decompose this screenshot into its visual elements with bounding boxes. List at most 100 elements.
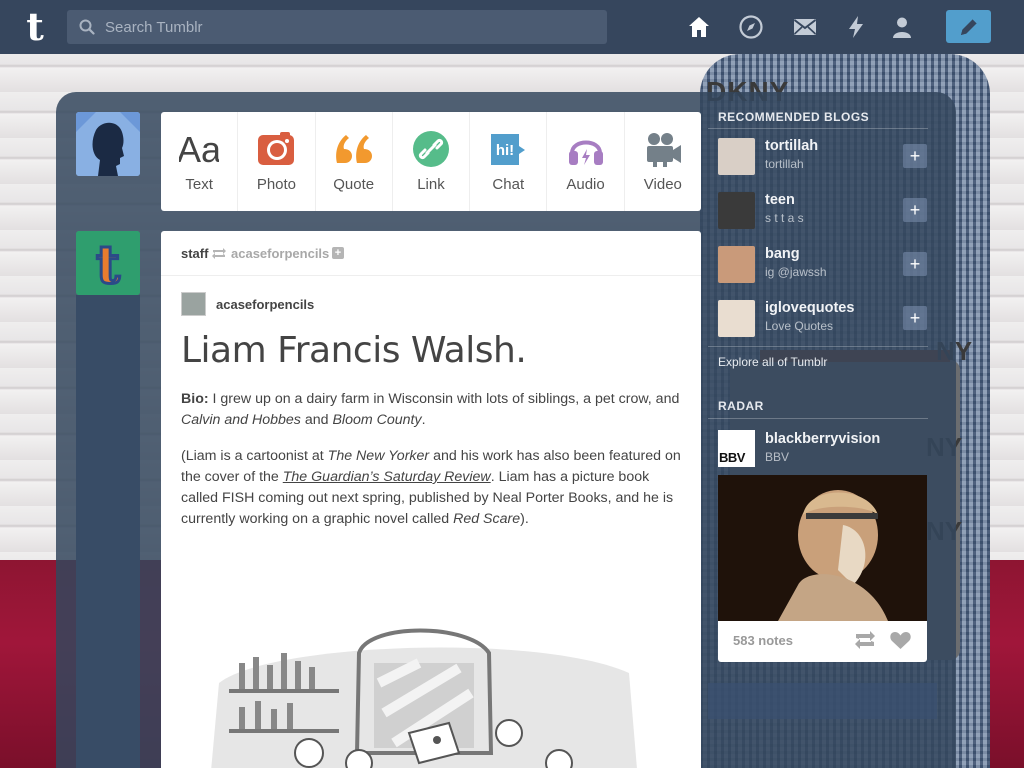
reblog-icon — [212, 248, 226, 259]
recommended-blog-item[interactable]: teen s t t a s + — [718, 190, 928, 230]
notes-count[interactable]: 583 notes — [733, 633, 793, 648]
blog-avatar[interactable] — [718, 246, 755, 283]
post-type-quote[interactable]: Quote — [316, 112, 393, 211]
bio-paragraph: Bio: I grew up on a dairy farm in Wiscon… — [181, 389, 681, 431]
blog-name[interactable]: bang — [765, 246, 800, 262]
radar-post-image[interactable] — [718, 475, 927, 621]
radar-blog-avatar[interactable]: BBV — [718, 430, 755, 467]
recommended-blog-item[interactable]: iglovequotes Love Quotes + — [718, 298, 928, 338]
search-input[interactable] — [105, 10, 595, 44]
blog-title: Love Quotes — [765, 319, 834, 333]
search-box[interactable] — [67, 10, 607, 44]
post-type-label: Audio — [566, 176, 605, 193]
post-type-label: Chat — [492, 176, 525, 193]
link-icon — [412, 131, 449, 167]
follow-button[interactable]: + — [903, 144, 927, 168]
reblog-source-link[interactable]: acaseforpencils — [231, 246, 329, 261]
blog-title: ig @jawssh — [765, 265, 827, 279]
source-avatar[interactable] — [181, 292, 206, 316]
career-text: (Liam is a cartoonist at — [181, 448, 328, 464]
blog-name[interactable]: teen — [765, 192, 795, 208]
post-body: Bio: I grew up on a dairy farm in Wiscon… — [181, 389, 681, 545]
post-type-bar: Aa Text Photo Quote Link hi! Chat Audio … — [161, 112, 701, 211]
blog-title: s t t a s — [765, 211, 804, 225]
career-italic: Red Scare — [453, 511, 521, 527]
source-name-link[interactable]: acaseforpencils — [216, 297, 314, 312]
guardian-link[interactable]: The Guardian’s Saturday Review — [283, 469, 491, 485]
follow-button[interactable]: + — [903, 252, 927, 276]
audio-icon — [568, 140, 603, 165]
bio-text: . — [421, 412, 426, 428]
search-icon — [79, 19, 95, 35]
divider — [708, 418, 928, 419]
follow-button[interactable]: + — [903, 306, 927, 330]
explore-link[interactable]: Explore all of Tumblr — [718, 355, 827, 369]
post-title: Liam Francis Walsh. — [181, 330, 527, 371]
radar-heading: RADAR — [718, 399, 764, 413]
post-type-link[interactable]: Link — [393, 112, 471, 211]
post-type-photo[interactable]: Photo — [238, 112, 316, 211]
post-card: staff acaseforpencils + acaseforpencils … — [161, 231, 701, 768]
chat-icon: hi! — [491, 134, 526, 165]
blog-name[interactable]: tortillah — [765, 138, 818, 154]
radar-blog[interactable]: BBV blackberryvision BBV — [718, 430, 928, 470]
svg-text:t: t — [96, 235, 120, 295]
post-type-label: Photo — [256, 176, 297, 193]
bio-text: I grew up on a dairy farm in Wisconsin w… — [208, 391, 680, 407]
radar-post-footer: 583 notes — [718, 621, 927, 662]
svg-text:Aa: Aa — [179, 129, 219, 169]
radar-blog-title: BBV — [765, 450, 790, 464]
home-icon[interactable] — [686, 14, 712, 40]
recommended-blog-item[interactable]: bang ig @jawssh + — [718, 244, 928, 284]
career-italic: The New Yorker — [327, 448, 430, 464]
explore-icon[interactable] — [738, 14, 764, 40]
pencil-icon — [961, 18, 978, 35]
bio-label: Bio: — [181, 391, 209, 407]
radar-blog-name[interactable]: blackberryvision — [765, 431, 880, 447]
recommended-blog-item[interactable]: tortillah tortillah + — [718, 136, 928, 176]
blog-title: tortillah — [765, 157, 804, 171]
post-type-label: Video — [643, 176, 682, 193]
recommended-blogs-heading: RECOMMENDED BLOGS — [718, 110, 870, 124]
compose-button[interactable] — [946, 10, 991, 43]
career-text: ). — [520, 511, 529, 527]
blog-name[interactable]: iglovequotes — [765, 300, 854, 316]
post-type-video[interactable]: Video — [625, 112, 701, 211]
sidebar-bottom-panel — [708, 683, 937, 719]
post-type-text[interactable]: Aa Text — [161, 112, 239, 211]
photo-icon — [258, 132, 295, 165]
bio-italic: Bloom County — [332, 412, 422, 428]
post-type-label: Text — [185, 176, 213, 193]
tumblr-logo[interactable]: t — [18, 6, 52, 48]
divider — [708, 346, 928, 347]
post-author-link[interactable]: staff — [181, 246, 208, 261]
post-type-label: Link — [417, 176, 445, 193]
heart-icon[interactable] — [890, 631, 911, 649]
bio-italic: Calvin and Hobbes — [181, 412, 301, 428]
radar-post: 583 notes — [718, 475, 927, 662]
follow-plus-icon[interactable]: + — [332, 247, 344, 259]
silhouette-icon — [76, 112, 140, 176]
blog-avatar[interactable] — [718, 300, 755, 337]
bio-text: and — [300, 412, 333, 428]
account-icon[interactable] — [889, 14, 915, 40]
blog-avatar[interactable] — [718, 138, 755, 175]
post-type-audio[interactable]: Audio — [547, 112, 625, 211]
divider — [708, 128, 928, 129]
blog-avatar[interactable] — [718, 192, 755, 229]
text-icon: Aa — [179, 129, 219, 169]
career-paragraph: (Liam is a cartoonist at The New Yorker … — [181, 446, 681, 530]
reblog-icon[interactable] — [854, 631, 876, 649]
top-navigation-bar: t — [0, 0, 1024, 54]
post-type-label: Quote — [333, 176, 375, 193]
cartoon-image — [211, 628, 637, 768]
activity-icon[interactable] — [843, 14, 869, 40]
follow-button[interactable]: + — [903, 198, 927, 222]
messages-icon[interactable] — [792, 14, 818, 40]
radar-photo — [718, 475, 927, 621]
staff-avatar[interactable]: t — [76, 231, 140, 295]
user-avatar[interactable] — [76, 112, 140, 176]
post-header: staff acaseforpencils + — [161, 231, 701, 276]
post-type-chat[interactable]: hi! Chat — [470, 112, 548, 211]
quote-icon — [335, 135, 372, 163]
